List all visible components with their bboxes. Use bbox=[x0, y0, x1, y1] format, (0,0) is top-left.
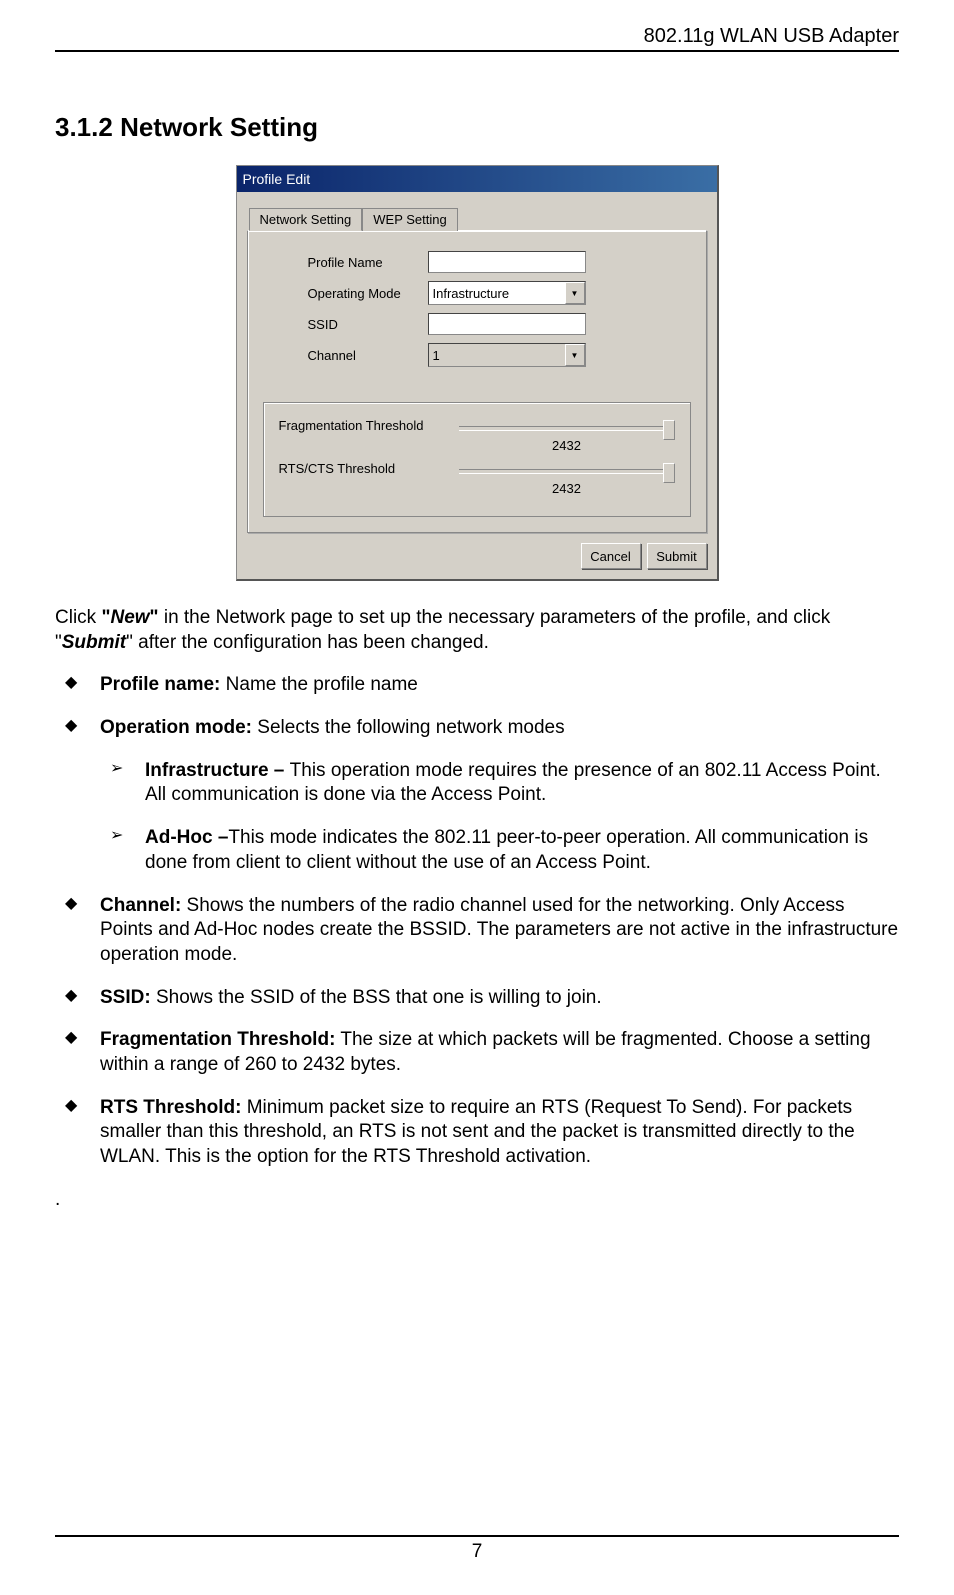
chevron-down-icon: ▼ bbox=[565, 344, 585, 366]
operating-mode-select[interactable]: Infrastructure ▼ bbox=[428, 281, 586, 305]
header-product: 802.11g WLAN USB Adapter bbox=[55, 25, 899, 48]
bullet-operation-mode: Operation mode: Selects the following ne… bbox=[55, 716, 899, 875]
bullet-rts: RTS Threshold: Minimum packet size to re… bbox=[55, 1096, 899, 1170]
fragmentation-slider[interactable] bbox=[459, 418, 675, 436]
channel-value: 1 bbox=[429, 348, 440, 363]
bullet-profile-name: Profile name: Name the profile name bbox=[55, 673, 899, 698]
dialog-titlebar: Profile Edit bbox=[237, 166, 717, 192]
channel-select: 1 ▼ bbox=[428, 343, 586, 367]
bullet-ssid: SSID: Shows the SSID of the BSS that one… bbox=[55, 986, 899, 1011]
intro-paragraph: Click "New" in the Network page to set u… bbox=[55, 606, 899, 655]
fragmentation-value: 2432 bbox=[459, 438, 675, 453]
bullet-fragmentation: Fragmentation Threshold: The size at whi… bbox=[55, 1028, 899, 1077]
fragmentation-label: Fragmentation Threshold bbox=[279, 418, 459, 433]
chevron-down-icon: ▼ bbox=[565, 282, 585, 304]
ssid-label: SSID bbox=[308, 317, 428, 332]
page-number: 7 bbox=[0, 1541, 954, 1563]
rts-label: RTS/CTS Threshold bbox=[279, 461, 459, 476]
footer-rule bbox=[55, 1535, 899, 1537]
slider-thumb-icon[interactable] bbox=[663, 420, 675, 440]
ssid-input[interactable] bbox=[428, 313, 586, 335]
sub-adhoc: Ad-Hoc –This mode indicates the 802.11 p… bbox=[100, 826, 899, 875]
profile-name-label: Profile Name bbox=[308, 255, 428, 270]
profile-name-input[interactable] bbox=[428, 251, 586, 273]
tab-bar: Network Setting WEP Setting bbox=[249, 207, 707, 230]
rts-value: 2432 bbox=[459, 481, 675, 496]
trailing-dot: . bbox=[55, 1188, 899, 1213]
threshold-group: Fragmentation Threshold 2432 RTS/CTS Thr… bbox=[263, 402, 691, 517]
bullet-channel: Channel: Shows the numbers of the radio … bbox=[55, 894, 899, 968]
cancel-button[interactable]: Cancel bbox=[581, 543, 641, 569]
tab-network-setting[interactable]: Network Setting bbox=[249, 208, 363, 231]
operating-mode-label: Operating Mode bbox=[308, 286, 428, 301]
channel-label: Channel bbox=[308, 348, 428, 363]
submit-button[interactable]: Submit bbox=[647, 543, 707, 569]
slider-thumb-icon[interactable] bbox=[663, 463, 675, 483]
tab-wep-setting[interactable]: WEP Setting bbox=[362, 208, 457, 231]
tab-panel: Profile Name Operating Mode Infrastructu… bbox=[247, 230, 707, 533]
profile-edit-dialog: Profile Edit Network Setting WEP Setting… bbox=[236, 165, 719, 581]
section-heading: 3.1.2 Network Setting bbox=[55, 112, 899, 143]
body-content: Click "New" in the Network page to set u… bbox=[55, 606, 899, 1212]
rts-slider[interactable] bbox=[459, 461, 675, 479]
dialog-figure: Profile Edit Network Setting WEP Setting… bbox=[55, 165, 899, 581]
sub-infrastructure: Infrastructure – This operation mode req… bbox=[100, 759, 899, 808]
operating-mode-value: Infrastructure bbox=[429, 286, 510, 301]
header-rule: 802.11g WLAN USB Adapter bbox=[55, 10, 899, 52]
